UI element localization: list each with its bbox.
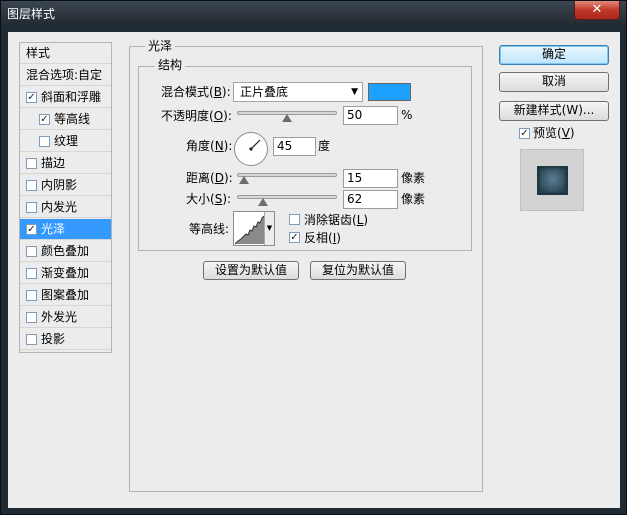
close-button[interactable]: ✕ [574, 1, 620, 20]
distance-label: 距离(D): [186, 171, 233, 185]
opacity-unit: % [401, 108, 413, 122]
contour-label: 等高线: [189, 222, 230, 236]
style-list-checkbox[interactable] [39, 136, 50, 147]
satin-color-swatch[interactable] [368, 83, 411, 101]
preview-swatch-image [537, 166, 568, 195]
contour-picker[interactable]: ▼ [233, 211, 275, 246]
cancel-button[interactable]: 取消 [499, 72, 609, 92]
style-list-checkbox[interactable]: ✓ [39, 114, 50, 125]
structure-group-title: 结构 [155, 58, 186, 72]
style-list: 样式混合选项:自定 ✓ 斜面和浮雕 ✓ 等高线纹理描边内阴影内发光 ✓ 光泽颜色叠加渐变叠加… [19, 42, 112, 353]
contour-dropdown-arrow-icon[interactable]: ▼ [264, 212, 274, 245]
style-list-item[interactable]: 混合选项:自定 [20, 65, 111, 86]
reset-default-button[interactable]: 复位为默认值 [310, 261, 406, 280]
style-list-item-label: 等高线 [54, 112, 91, 126]
style-list-item[interactable]: 外发光 [20, 307, 111, 328]
style-list-item[interactable]: 投影 [20, 329, 111, 350]
blend-mode-label: 混合模式(B): [161, 85, 231, 99]
style-list-item-label: 样式 [26, 46, 51, 60]
style-list-item[interactable]: 图案叠加 [20, 285, 111, 306]
satin-group-title: 光泽 [145, 39, 176, 53]
distance-unit: 像素 [401, 171, 426, 185]
contour-curve-icon [234, 215, 265, 245]
angle-dial-needle-icon [249, 139, 261, 151]
style-list-checkbox[interactable] [26, 334, 37, 345]
opacity-input[interactable]: 50 [343, 106, 398, 125]
size-slider-thumb[interactable] [257, 198, 268, 206]
preview-label[interactable]: 预览(V) [533, 125, 575, 141]
style-list-item[interactable]: 颜色叠加 [20, 241, 111, 262]
dialog-body: 样式混合选项:自定 ✓ 斜面和浮雕 ✓ 等高线纹理描边内阴影内发光 ✓ 光泽颜色叠加渐变叠加… [8, 32, 620, 508]
size-unit: 像素 [401, 192, 426, 206]
opacity-label: 不透明度(O): [161, 109, 232, 123]
style-list-item-label: 颜色叠加 [41, 244, 90, 258]
angle-dial[interactable] [234, 132, 268, 166]
style-list-item-label: 斜面和浮雕 [41, 90, 102, 104]
size-label: 大小(S): [186, 192, 232, 206]
opacity-slider-thumb[interactable] [282, 114, 292, 122]
close-icon: ✕ [591, 2, 603, 17]
style-list-item[interactable]: ✓ 光泽 [20, 219, 111, 240]
style-list-checkbox[interactable] [26, 202, 37, 213]
angle-label: 角度(N): [186, 139, 233, 153]
style-list-item-label: 内发光 [41, 200, 78, 214]
style-list-item[interactable]: ✓ 等高线 [20, 109, 111, 130]
layer-style-dialog: 图层样式 ✕ 样式混合选项:自定 ✓ 斜面和浮雕 ✓ 等高线纹理描边内阴影内发光 ✓ 光泽颜… [0, 0, 627, 515]
distance-input[interactable]: 15 [343, 169, 398, 188]
invert-label[interactable]: 反相(I) [304, 230, 341, 246]
style-list-item-label: 渐变叠加 [41, 266, 90, 280]
invert-checkbox[interactable]: ✓ [289, 232, 300, 243]
style-list-item[interactable]: ✓ 斜面和浮雕 [20, 87, 111, 108]
distance-slider[interactable] [237, 173, 337, 184]
blend-mode-value: 正片叠底 [240, 85, 289, 99]
style-list-checkbox[interactable]: ✓ [26, 224, 37, 235]
preview-checkbox[interactable]: ✓ [519, 128, 530, 139]
style-list-item-label: 内阴影 [41, 178, 78, 192]
ok-button[interactable]: 确定 [499, 45, 609, 65]
style-list-item[interactable]: 纹理 [20, 131, 111, 152]
style-list-checkbox[interactable] [26, 158, 37, 169]
size-input[interactable]: 62 [343, 190, 398, 209]
style-list-item[interactable]: 渐变叠加 [20, 263, 111, 284]
title-bar[interactable]: 图层样式 ✕ [1, 1, 626, 25]
style-list-item-label: 光泽 [41, 222, 66, 236]
style-list-checkbox[interactable]: ✓ [26, 92, 37, 103]
style-list-item-label: 外发光 [41, 310, 78, 324]
style-list-item-label: 图案叠加 [41, 288, 90, 302]
style-list-item[interactable]: 内发光 [20, 197, 111, 218]
distance-slider-thumb[interactable] [238, 176, 249, 184]
style-list-checkbox[interactable] [26, 180, 37, 191]
style-list-checkbox[interactable] [26, 290, 37, 301]
style-list-item-label: 混合选项:自定 [26, 68, 103, 82]
style-list-item-label: 描边 [41, 156, 66, 170]
style-list-checkbox[interactable] [26, 312, 37, 323]
style-list-checkbox[interactable] [26, 268, 37, 279]
size-slider[interactable] [237, 195, 337, 206]
blend-mode-select[interactable]: 正片叠底 ▼ [233, 82, 363, 102]
opacity-slider[interactable] [237, 111, 337, 122]
dropdown-arrow-icon: ▼ [351, 87, 358, 97]
angle-unit: 度 [318, 139, 331, 153]
style-list-item-label: 投影 [41, 332, 66, 346]
new-style-button[interactable]: 新建样式(W)... [499, 101, 609, 121]
style-preview-thumbnail [520, 149, 584, 211]
window-title: 图层样式 [7, 7, 56, 21]
antialias-checkbox[interactable] [289, 214, 300, 225]
antialias-label[interactable]: 消除锯齿(L) [304, 212, 368, 228]
set-default-button[interactable]: 设置为默认值 [203, 261, 299, 280]
angle-input[interactable]: 45 [273, 137, 316, 156]
style-list-item[interactable]: 内阴影 [20, 175, 111, 196]
style-list-checkbox[interactable] [26, 246, 37, 257]
style-list-item[interactable]: 样式 [20, 43, 111, 64]
style-list-item[interactable]: 描边 [20, 153, 111, 174]
style-list-item-label: 纹理 [54, 134, 79, 148]
